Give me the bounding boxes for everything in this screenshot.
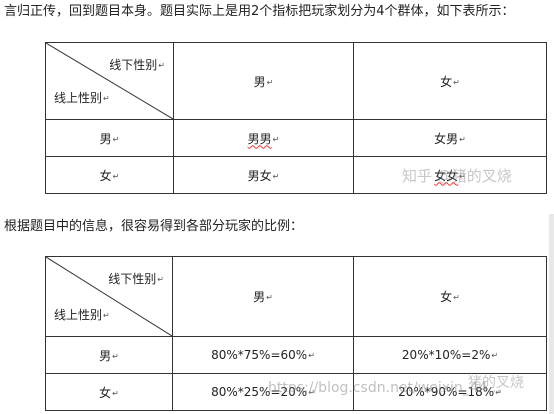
col-header-female: 女↵ — [353, 42, 547, 120]
ratio-table: 线下性别↵ 线上性别↵ 男↵ 女↵ 男↵ 80%*75%=60%↵ 20%*10… — [45, 256, 547, 411]
table-cell: 女女↵ — [353, 156, 547, 194]
page-edge-divider — [549, 214, 554, 414]
row-header-male: 男↵ — [45, 119, 174, 157]
ratio-paragraph: 根据题目中的信息，很容易得到各部分玩家的比例： — [4, 219, 304, 234]
row-header-male: 男↵ — [45, 336, 173, 374]
table-cell: 20%*10%=2%↵ — [353, 336, 547, 374]
table-cell: 男男↵ — [173, 119, 354, 157]
table-cell: 女男↵ — [353, 119, 547, 157]
col-header-male: 男↵ — [172, 256, 354, 337]
diagonal-line — [46, 257, 172, 336]
corner-label-offline-gender: 线下性别↵ — [108, 272, 164, 286]
diagonal-line — [46, 43, 173, 119]
table-cell: 80%*75%=60%↵ — [172, 336, 354, 374]
table-cell: 男女↵ — [173, 156, 354, 194]
corner-label-online-gender: 线上性别↵ — [54, 91, 110, 105]
intro-paragraph: 言归正传，回到题目本身。题目实际上是用2个指标把玩家划分为4个群体，如下表所示： — [4, 4, 515, 19]
row-header-female: 女↵ — [45, 373, 173, 411]
corner-label-online-gender: 线上性别↵ — [54, 308, 110, 322]
col-header-female: 女↵ — [353, 256, 547, 337]
corner-label-offline-gender: 线下性别↵ — [109, 58, 165, 72]
table-corner-cell: 线下性别↵ 线上性别↵ — [45, 256, 173, 337]
row-header-female: 女↵ — [45, 156, 174, 194]
table-corner-cell: 线下性别↵ 线上性别↵ — [45, 42, 174, 120]
table-cell: 80%*25%=20%↵ — [172, 373, 354, 411]
col-header-male: 男↵ — [173, 42, 354, 120]
table-cell: 20%*90%=18%↵ — [353, 373, 547, 411]
groups-table: 线下性别↵ 线上性别↵ 男↵ 女↵ 男↵ 男男↵ 女男↵ 女↵ 男女↵ 女女↵ — [45, 42, 547, 194]
